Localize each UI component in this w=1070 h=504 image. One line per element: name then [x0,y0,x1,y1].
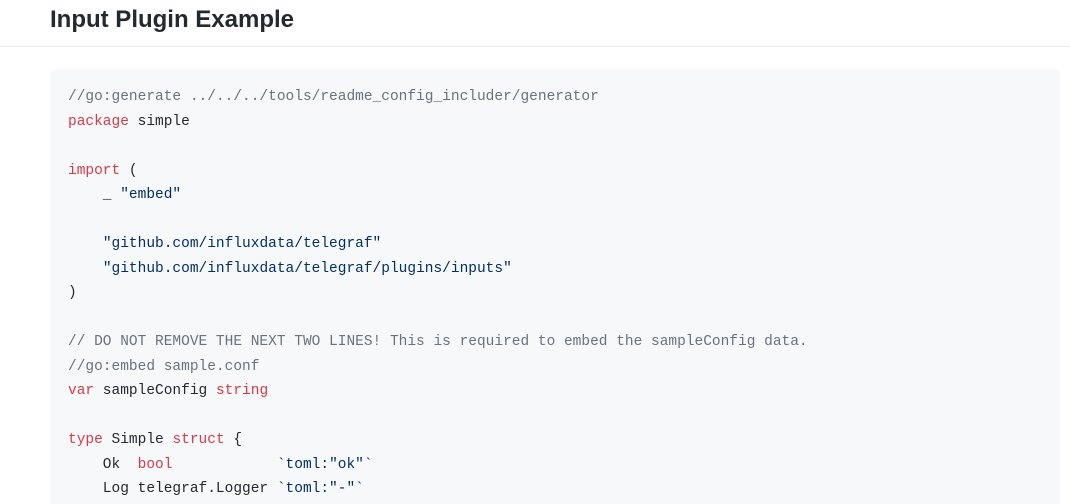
code-keyword: var [68,383,94,399]
code-text: Simple [103,432,173,448]
code-keyword: bool [138,457,173,473]
code-line: Log telegraf.Logger `toml:"-"` [68,477,1044,502]
code-keyword: type [68,432,103,448]
code-text [68,236,103,252]
code-line: package simple [68,110,1044,135]
code-text: sampleConfig [94,383,216,399]
code-string: "github.com/influxdata/telegraf" [103,236,381,252]
code-line: type Simple struct { [68,428,1044,453]
code-line: "github.com/influxdata/telegraf" [68,232,1044,257]
code-text: ( [120,163,137,179]
code-text: ) [68,285,77,301]
code-line: //go:generate ../../../tools/readme_conf… [68,85,1044,110]
code-line-blank [68,306,1044,331]
code-line: //go:embed sample.conf [68,355,1044,380]
code-text: simple [129,114,190,130]
code-line: ) [68,281,1044,306]
code-line: "github.com/influxdata/telegraf/plugins/… [68,257,1044,282]
code-text: { [225,432,242,448]
code-comment: // DO NOT REMOVE THE NEXT TWO LINES! Thi… [68,334,808,350]
code-text: Ok [68,457,138,473]
code-line: Ok bool `toml:"ok"` [68,453,1044,478]
code-line: // DO NOT REMOVE THE NEXT TWO LINES! Thi… [68,330,1044,355]
code-keyword: import [68,163,120,179]
code-string: `toml:"ok"` [277,457,373,473]
code-line: _ "embed" [68,183,1044,208]
code-comment: //go:generate ../../../tools/readme_conf… [68,89,599,105]
code-line: var sampleConfig string [68,379,1044,404]
code-line-blank [68,404,1044,429]
code-text [172,457,276,473]
code-line: import ( [68,159,1044,184]
code-string: "github.com/influxdata/telegraf/plugins/… [103,261,512,277]
section-heading-wrap: Input Plugin Example [0,2,1070,47]
code-string: "embed" [120,187,181,203]
code-block: //go:generate ../../../tools/readme_conf… [50,69,1060,504]
code-line-blank [68,134,1044,159]
code-string: `toml:"-"` [277,481,364,497]
code-text: _ [68,187,120,203]
code-line-blank [68,208,1044,233]
code-keyword: package [68,114,129,130]
code-keyword: string [216,383,268,399]
code-comment: //go:embed sample.conf [68,359,259,375]
section-title: Input Plugin Example [50,2,1070,38]
code-text [68,261,103,277]
code-text: Log telegraf.Logger [68,481,277,497]
code-keyword: struct [172,432,224,448]
